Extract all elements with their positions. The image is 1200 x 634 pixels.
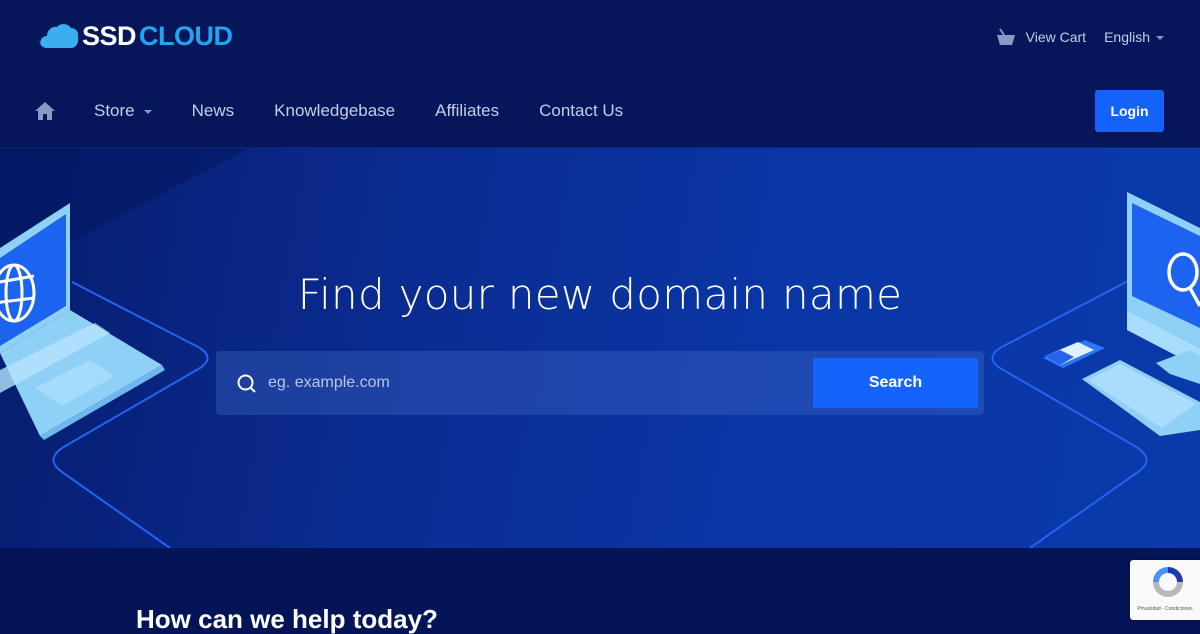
top-right-links: View Cart English <box>996 26 1164 48</box>
hero-title: Find your new domain name <box>297 270 903 319</box>
nav-item-label: Contact Us <box>539 101 624 120</box>
laptop-illustration <box>0 203 165 440</box>
nav-item-label: Store <box>94 101 135 120</box>
basket-icon <box>996 28 1015 45</box>
recaptcha-icon <box>1153 567 1183 597</box>
main-navbar: Store News Knowledgebase Affiliates Cont… <box>0 74 1200 148</box>
nav-item-news[interactable]: News <box>192 101 235 121</box>
language-selector[interactable]: English <box>1104 29 1164 45</box>
nav-item-label: Affiliates <box>435 101 500 120</box>
search-button[interactable]: Search <box>813 358 978 408</box>
home-icon[interactable] <box>34 100 56 122</box>
view-cart-link[interactable]: View Cart <box>996 28 1086 46</box>
login-button[interactable]: Login <box>1095 90 1164 132</box>
logo-text-ssd: SSD <box>82 20 137 51</box>
right-outline-line <box>991 280 1148 548</box>
nav-item-affiliates[interactable]: Affiliates <box>435 101 499 121</box>
language-label: English <box>1104 29 1150 45</box>
nav-item-knowledgebase[interactable]: Knowledgebase <box>274 101 395 121</box>
logo-text-cloud: CLOUD <box>139 20 233 51</box>
domain-search-bar: Search <box>216 351 984 415</box>
top-bar: SSD CLOUD View Cart English <box>0 0 1200 74</box>
logo[interactable]: SSD CLOUD <box>38 20 233 52</box>
search-icon <box>237 374 256 393</box>
help-heading: How can we help today? <box>136 604 438 634</box>
chevron-down-icon <box>143 109 152 114</box>
hero-section: Find your new domain name Search <box>0 148 1200 548</box>
hero-illustration <box>0 148 1200 548</box>
cloud-icon <box>40 24 79 48</box>
nav-item-contact-us[interactable]: Contact Us <box>539 101 623 121</box>
nav-menu: Store News Knowledgebase Affiliates Cont… <box>34 74 663 148</box>
chevron-down-icon <box>1156 35 1164 40</box>
nav-item-label: Knowledgebase <box>274 101 396 120</box>
recaptcha-text: Privacidad - Condiciones <box>1137 606 1193 612</box>
nav-item-label: News <box>191 101 235 120</box>
domain-search-input[interactable] <box>268 361 808 405</box>
nav-item-store[interactable]: Store <box>94 101 152 121</box>
recaptcha-badge[interactable]: Privacidad - Condiciones <box>1130 560 1200 620</box>
view-cart-label: View Cart <box>1025 29 1087 45</box>
